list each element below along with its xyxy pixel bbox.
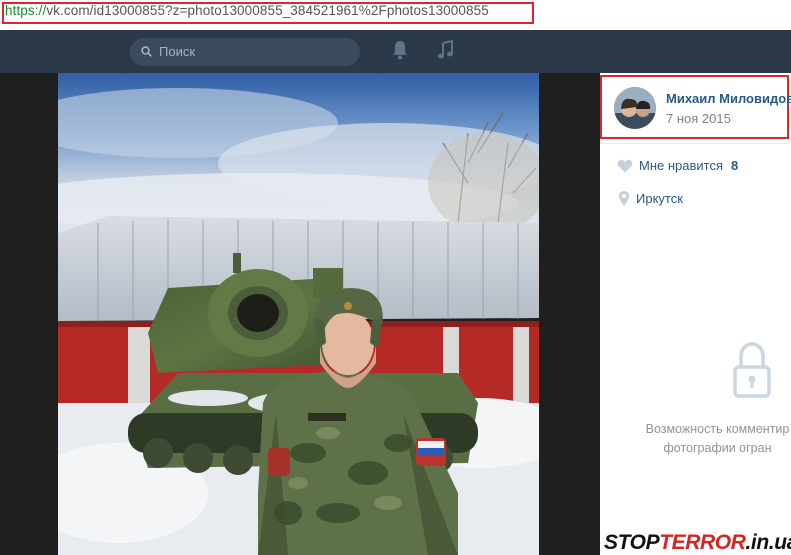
search-input[interactable]: Поиск xyxy=(130,38,360,66)
music-icon[interactable] xyxy=(437,40,455,60)
browser-address-bar: https://vk.com/id13000855?z=photo1300085… xyxy=(0,0,791,30)
soldier-with-tank-photo xyxy=(58,73,539,555)
search-placeholder: Поиск xyxy=(159,44,196,59)
like-count: 8 xyxy=(731,158,739,173)
photo-info-panel: Михаил Миловидов 7 ноя 2015 Мне нравится… xyxy=(600,73,791,555)
owner-name-link[interactable]: Михаил Миловидов xyxy=(666,91,791,106)
like-label: Мне нравится xyxy=(639,158,724,173)
url-scheme: https:// xyxy=(5,3,47,18)
avatar-image xyxy=(614,87,656,129)
comments-disabled-notice: Возможность комментир фотографии огран xyxy=(630,420,791,458)
photo-viewer-image[interactable] xyxy=(58,73,539,555)
map-pin-icon xyxy=(619,191,629,206)
url-path: vk.com/id13000855?z=photo13000855_384521… xyxy=(46,3,489,18)
owner-highlight-box: Михаил Миловидов 7 ноя 2015 xyxy=(600,75,791,139)
comments-notice-line2: фотографии огран xyxy=(663,441,772,455)
divider xyxy=(600,143,791,144)
stopterror-watermark-logo: STOPTERROR.in.ua xyxy=(601,528,791,555)
lock-icon xyxy=(733,342,771,398)
avatar[interactable] xyxy=(614,87,656,129)
location-label: Иркутск xyxy=(636,191,683,206)
url-field[interactable]: https://vk.com/id13000855?z=photo1300085… xyxy=(5,3,489,18)
photo-date[interactable]: 7 ноя 2015 xyxy=(666,111,731,126)
comments-notice-line1: Возможность комментир xyxy=(645,422,790,436)
bell-icon[interactable] xyxy=(391,39,409,61)
site-header: Поиск xyxy=(0,30,791,73)
svg-text:STOPTERROR.in.ua: STOPTERROR.in.ua xyxy=(604,531,791,554)
heart-icon xyxy=(617,159,633,173)
search-icon xyxy=(141,46,152,57)
